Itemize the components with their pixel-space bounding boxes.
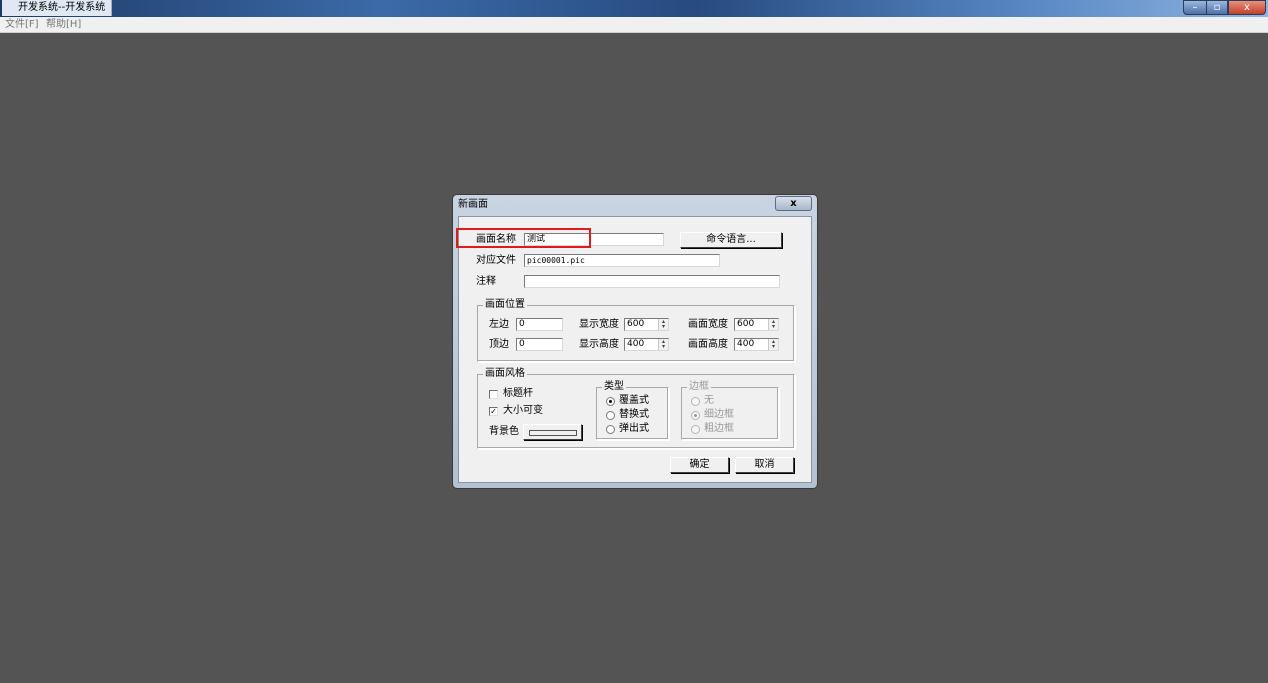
window-title: 开发系统--开发系统 (2, 0, 113, 16)
minimize-button[interactable]: – (1183, 0, 1207, 15)
resizable-checkbox[interactable]: ✓ (489, 407, 498, 416)
type-replace-label: 替换式 (619, 409, 649, 420)
cancel-button[interactable]: 取消 (735, 457, 794, 473)
comment-input[interactable] (524, 275, 780, 288)
style-group-title: 画面风格 (483, 368, 527, 380)
window-titlebar: ▪ 开发系统--开发系统 – ▫ x (0, 0, 1268, 17)
border-thin-label: 细边框 (704, 409, 734, 420)
maximize-button[interactable]: ▫ (1206, 0, 1228, 15)
bgcolor-label: 背景色 (489, 426, 519, 437)
type-replace-radio[interactable] (606, 411, 615, 420)
highlight-box (456, 228, 591, 248)
dialog-close-button[interactable]: x (775, 196, 812, 211)
comment-label: 注释 (476, 276, 496, 287)
menu-bar: 文件[F] 帮助[H] (0, 17, 1268, 33)
type-group-title: 类型 (602, 381, 626, 393)
dialog-client-area: 画面名称 测试 命令语言... 对应文件 pic00001.pic 注释 画面位… (458, 216, 812, 483)
file-label: 对应文件 (476, 255, 516, 266)
border-thick-label: 粗边框 (704, 423, 734, 434)
resizable-checkbox-label: 大小可变 (503, 405, 543, 416)
border-thick-radio (691, 425, 700, 434)
display-width-spinner[interactable]: 600 ▴ ▾ (624, 318, 669, 331)
border-none-label: 无 (704, 395, 714, 406)
left-input[interactable]: 0 (516, 318, 563, 331)
picture-width-label: 画面宽度 (688, 319, 728, 330)
type-overlay-radio[interactable] (606, 397, 615, 406)
type-popup-label: 弹出式 (619, 423, 649, 434)
position-group: 画面位置 左边 0 顶边 0 显示宽度 600 ▴ ▾ 显示高度 400 ▴ ▾ 画面宽… (477, 299, 795, 362)
menu-help[interactable]: 帮助[H] (46, 18, 81, 31)
close-window-button[interactable]: x (1228, 0, 1266, 15)
picture-height-spinner[interactable]: 400 ▴ ▾ (734, 338, 779, 351)
border-group: 边框 无 细边框 粗边框 (681, 381, 779, 440)
border-none-radio (691, 397, 700, 406)
display-height-spinner[interactable]: 400 ▴ ▾ (624, 338, 669, 351)
left-label: 左边 (489, 319, 509, 330)
picture-height-label: 画面高度 (688, 339, 728, 350)
titlebar-checkbox-label: 标题杆 (503, 388, 533, 399)
top-input[interactable]: 0 (516, 338, 563, 351)
type-group: 类型 覆盖式 替换式 弹出式 (596, 381, 669, 440)
file-input[interactable]: pic00001.pic (524, 254, 720, 267)
border-thin-radio (691, 411, 700, 420)
menu-file[interactable]: 文件[F] (5, 18, 39, 31)
ok-button[interactable]: 确定 (670, 457, 729, 473)
dialog-title: 新画面 (458, 199, 488, 210)
top-label: 顶边 (489, 339, 509, 350)
border-group-title: 边框 (687, 381, 711, 393)
titlebar-checkbox[interactable] (489, 390, 498, 399)
display-width-label: 显示宽度 (579, 319, 619, 330)
position-group-title: 画面位置 (483, 299, 527, 311)
command-language-button[interactable]: 命令语言... (680, 232, 782, 248)
background-color-button[interactable] (523, 424, 582, 440)
picture-width-spinner[interactable]: 600 ▴ ▾ (734, 318, 779, 331)
background-color-swatch (529, 430, 577, 436)
type-overlay-label: 覆盖式 (619, 395, 649, 406)
display-height-label: 显示高度 (579, 339, 619, 350)
type-popup-radio[interactable] (606, 425, 615, 434)
